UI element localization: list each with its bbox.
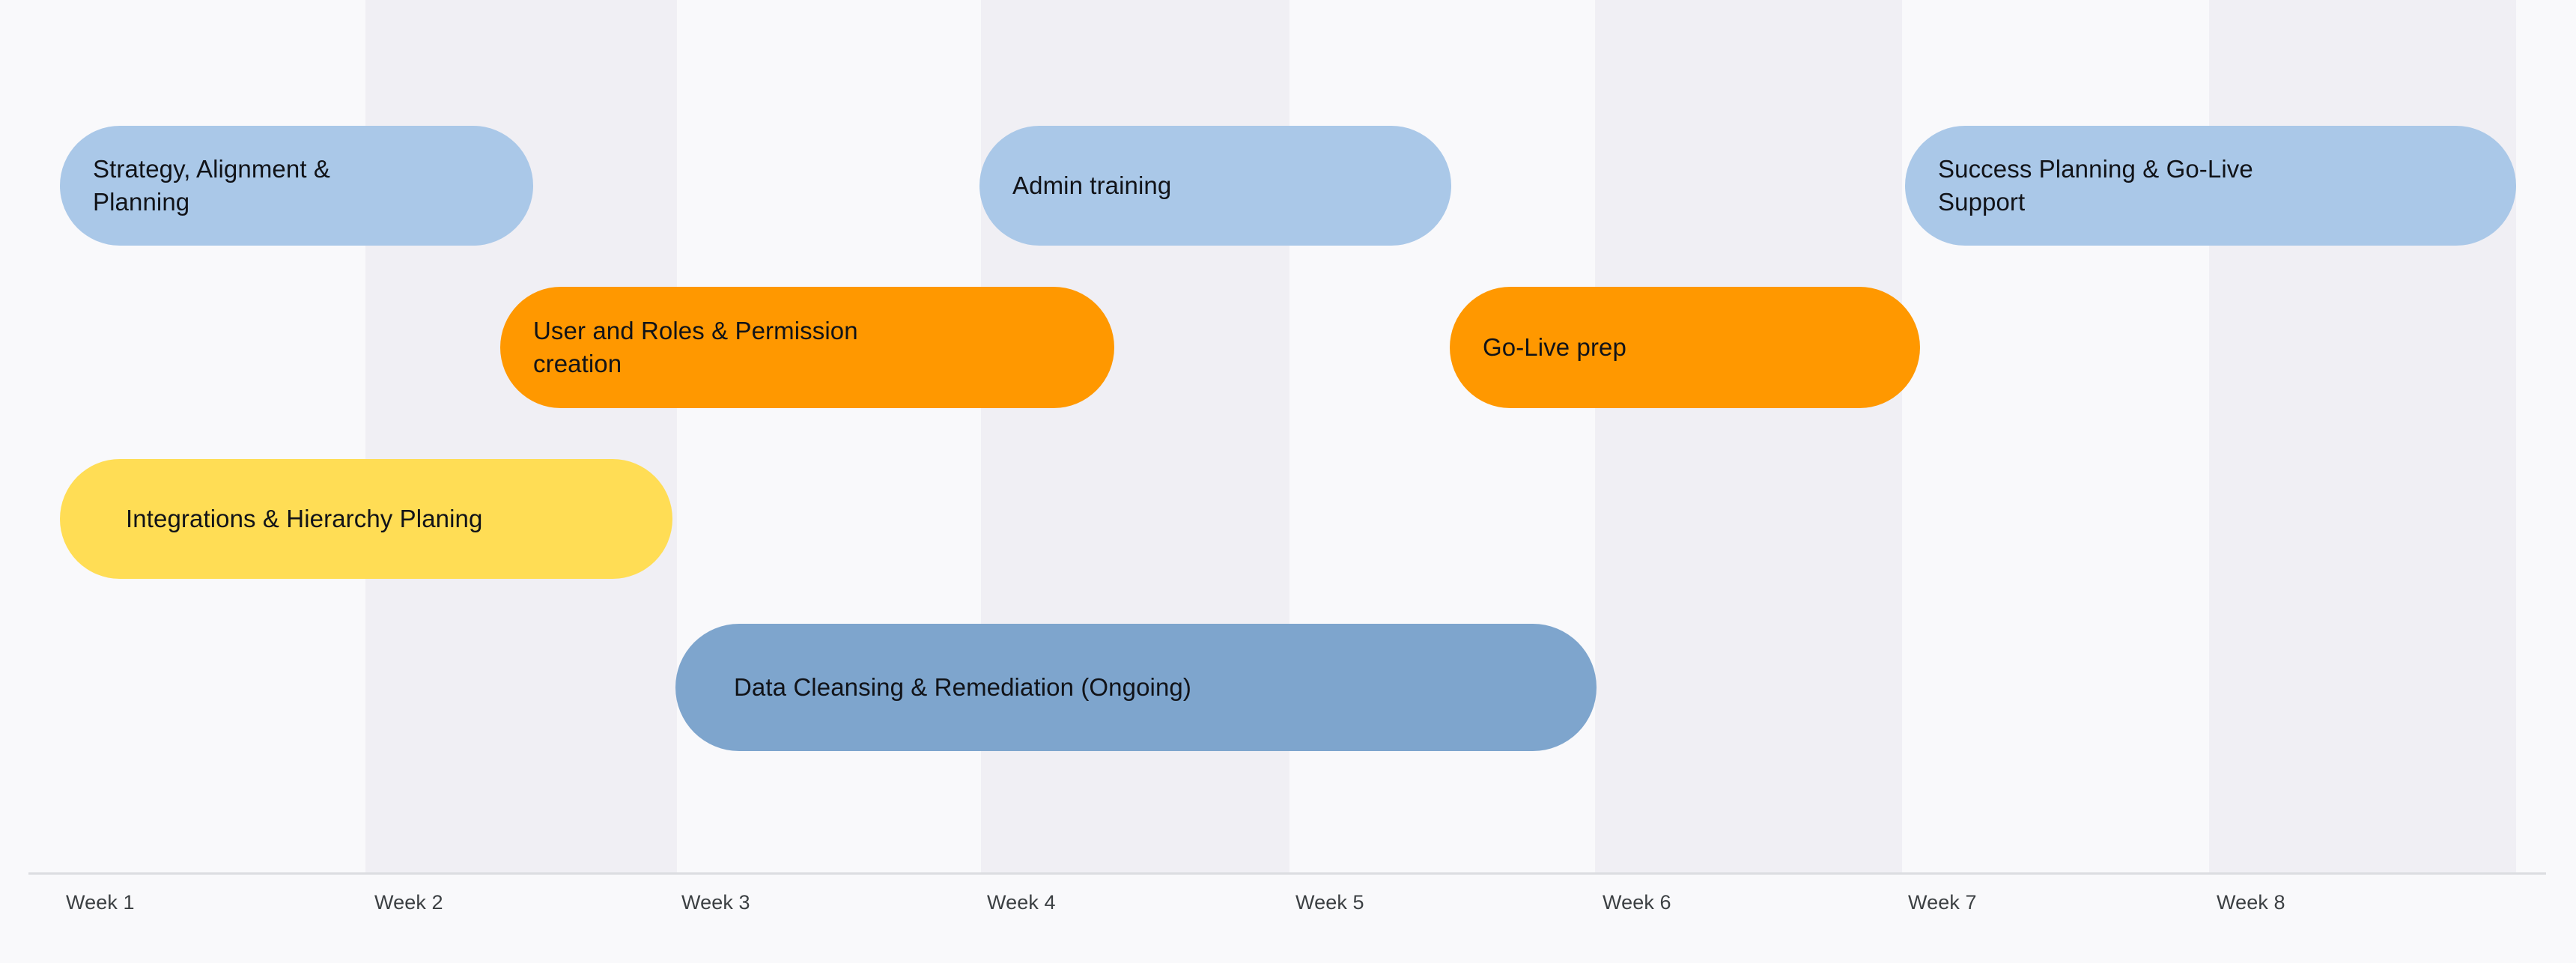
- task-bar-label: Success Planning & Go-Live Support: [1938, 155, 2253, 216]
- task-bar[interactable]: Admin training: [979, 126, 1451, 246]
- gantt-chart: Strategy, Alignment & Planning Admin trai…: [0, 0, 2576, 963]
- task-bar-label: Admin training: [1012, 171, 1172, 200]
- task-bar[interactable]: User and Roles & Permission creation: [500, 287, 1114, 408]
- week-tick-label: Week 8: [2217, 891, 2285, 914]
- week-tick-label: Week 6: [1603, 891, 1671, 914]
- task-bar-label: Data Cleansing & Remediation (Ongoing): [734, 673, 1191, 702]
- week-tick-label: Week 7: [1908, 891, 1977, 914]
- week-tick-label: Week 5: [1295, 891, 1364, 914]
- task-bar-label: Go-Live prep: [1483, 333, 1626, 362]
- week-tick-label: Week 1: [66, 891, 135, 914]
- task-bar-label: User and Roles & Permission creation: [533, 317, 858, 377]
- week-tick-label: Week 2: [374, 891, 443, 914]
- week-axis-labels: Week 1 Week 2 Week 3 Week 4 Week 5 Week 6 Week…: [0, 890, 2576, 927]
- task-bar[interactable]: Go-Live prep: [1450, 287, 1920, 408]
- task-bar-label: Integrations & Hierarchy Planing: [126, 505, 483, 533]
- task-bar-label: Strategy, Alignment & Planning: [93, 155, 330, 216]
- task-bar[interactable]: Strategy, Alignment & Planning: [60, 126, 533, 246]
- task-bar[interactable]: Data Cleansing & Remediation (Ongoing): [675, 624, 1597, 751]
- task-bar-layer: Strategy, Alignment & Planning Admin trai…: [0, 0, 2576, 873]
- timeline-axis-line: [28, 872, 2546, 875]
- week-tick-label: Week 4: [987, 891, 1056, 914]
- task-bar[interactable]: Success Planning & Go-Live Support: [1905, 126, 2516, 246]
- week-tick-label: Week 3: [681, 891, 750, 914]
- task-bar[interactable]: Integrations & Hierarchy Planing: [60, 459, 672, 579]
